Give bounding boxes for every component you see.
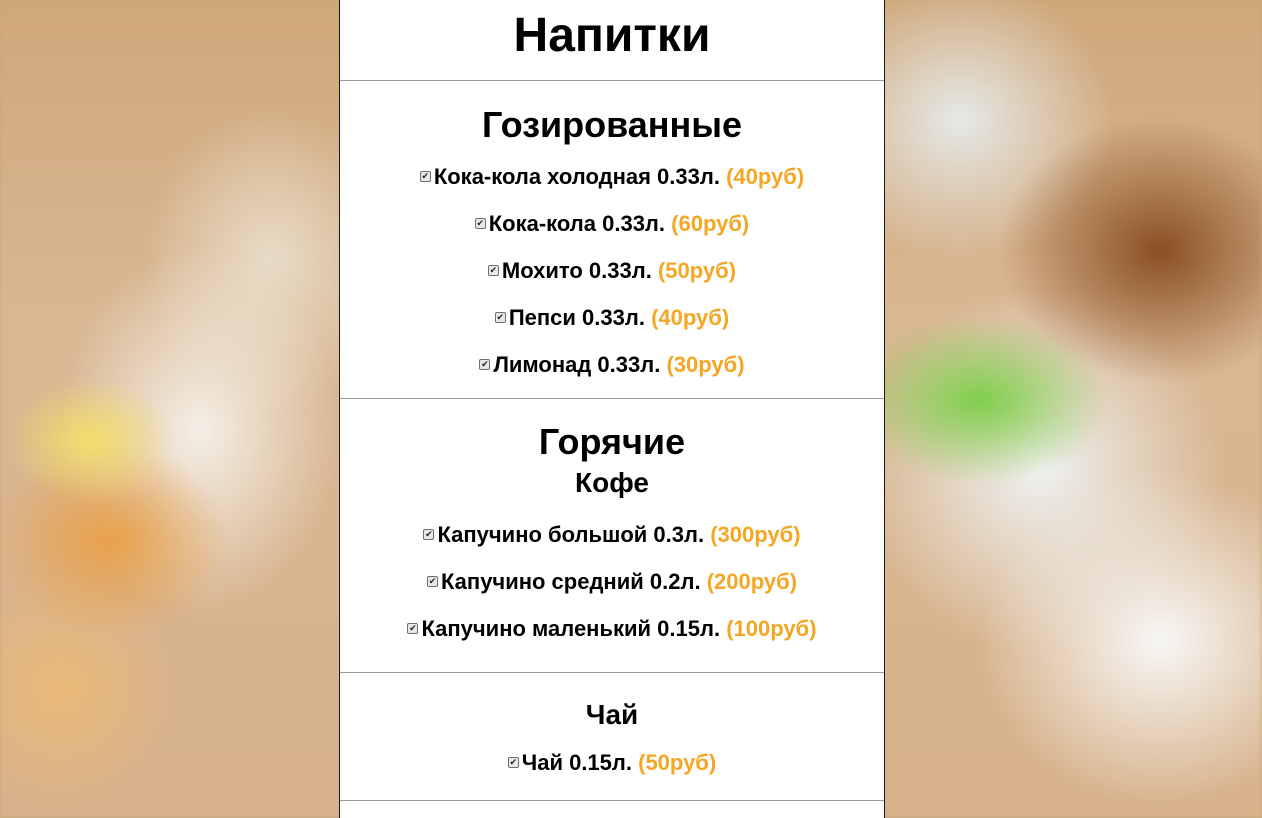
checkbox-icon[interactable]: ✔ (407, 622, 419, 634)
page-title: Напитки (340, 0, 884, 81)
menu-item: ✔ Капучино средний 0.2л. (200руб) (340, 558, 884, 605)
section-title: Горячие (538, 421, 686, 462)
menu-item: ✔ Пепси 0.33л. (40руб) (340, 294, 884, 341)
item-name: Лимонад 0.33л. (493, 352, 661, 377)
drinks-menu-panel: Напитки Гозированные ✔ Кока-кола холодная… (339, 0, 885, 818)
item-price: (60руб) (671, 211, 750, 236)
section-hot-drinks: Горячие Кофе ✔ Капучино большой 0.3л. (30… (340, 399, 884, 673)
item-name: Кока-кола 0.33л. (488, 211, 666, 236)
item-price: (200руб) (706, 569, 798, 594)
item-name: Кока-кола холодная 0.33л. (433, 164, 720, 189)
item-name: Пепси 0.33л. (508, 305, 645, 330)
item-price: (300руб) (710, 522, 801, 547)
menu-item: ✔ Мохито 0.33л. (50руб) (340, 247, 884, 294)
checkbox-icon[interactable]: ✔ (419, 170, 431, 182)
section-tea: Чай ✔ Чай 0.15л. (50руб) (340, 673, 884, 801)
item-name: Капучино маленький 0.15л. (421, 616, 721, 641)
item-name: Мохито 0.33л. (501, 258, 652, 283)
menu-item: ✔ Чай 0.15л. (50руб) (340, 739, 884, 786)
checkbox-icon[interactable]: ✔ (479, 358, 491, 370)
menu-item: ✔ Лимонад 0.33л. (30руб) (340, 341, 884, 388)
item-price: (100руб) (726, 616, 817, 641)
checkbox-icon[interactable]: ✔ (494, 311, 506, 323)
section-title: Гозированные (481, 104, 743, 145)
checkbox-icon[interactable]: ✔ (474, 217, 486, 229)
item-price: (50руб) (638, 750, 717, 775)
menu-item: ✔ Капучино маленький 0.15л. (100руб) (340, 605, 884, 652)
item-name: Чай 0.15л. (521, 750, 632, 775)
item-name: Капучино большой 0.3л. (437, 522, 705, 547)
item-price: (50руб) (657, 258, 737, 283)
section-sodas: Гозированные ✔ Кока-кола холодная 0.33л. … (340, 81, 884, 399)
item-price: (30руб) (666, 352, 745, 377)
menu-item: ✔ Кока-кола холодная 0.33л. (40руб) (340, 153, 884, 200)
subsection-title: Кофе (575, 467, 649, 498)
item-price: (40руб) (726, 164, 805, 189)
subsection-title: Чай (585, 699, 639, 730)
checkbox-icon[interactable]: ✔ (426, 575, 438, 587)
menu-item: ✔ Капучино большой 0.3л. (300руб) (340, 511, 884, 558)
item-price: (40руб) (651, 305, 730, 330)
checkbox-icon[interactable]: ✔ (423, 528, 435, 540)
item-name: Капучино средний 0.2л. (440, 569, 701, 594)
menu-item: ✔ Кока-кола 0.33л. (60руб) (340, 200, 884, 247)
checkbox-icon[interactable]: ✔ (487, 264, 499, 276)
checkbox-icon[interactable]: ✔ (507, 756, 519, 768)
